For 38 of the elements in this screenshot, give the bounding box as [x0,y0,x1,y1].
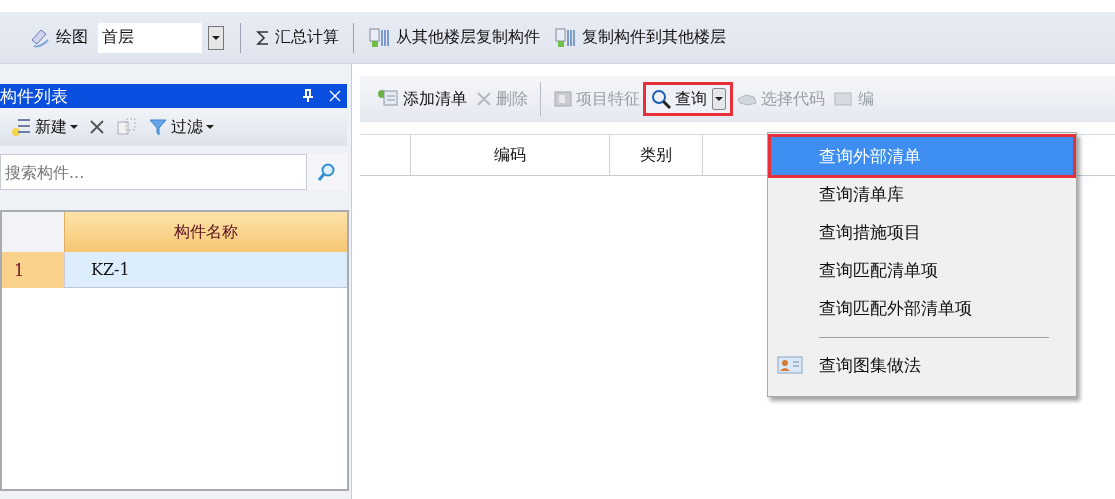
search-icon [650,88,672,110]
pin-icon[interactable] [301,89,315,103]
floor-select-value: 首层 [102,27,134,48]
delete-icon[interactable] [88,118,106,136]
grid-corner [2,212,64,252]
dropdown-button[interactable] [208,25,224,50]
toolbar-button[interactable]: 查询 [646,85,730,113]
floor-select[interactable]: 首层 [98,22,202,53]
toolbar-button[interactable]: 绘图 [24,23,92,52]
toolbar-button[interactable]: 汇总计算 [251,25,343,50]
toolbar-button[interactable]: 复制构件到其他楼层 [550,23,730,52]
toolbar-button[interactable]: 新建 [8,114,80,140]
close-icon[interactable] [329,90,341,102]
menu-item[interactable]: 查询图集做法 [771,346,1073,384]
table-cell[interactable]: KZ-1 [64,252,347,288]
search-field[interactable]: 搜索构件... [0,154,307,190]
caret-icon [212,34,220,41]
delete-icon [475,90,493,108]
toolbar-button[interactable]: 添加清单 [374,85,469,113]
search-icon [317,162,337,182]
search-button[interactable] [307,154,347,190]
new-item-icon [10,116,32,138]
layers-icon [554,25,578,50]
menu-item[interactable]: 查询匹配清单项 [771,251,1073,289]
menu-item[interactable]: 查询清单库 [771,175,1073,213]
column-header[interactable]: 构件名称 [64,212,347,252]
toolbar-button[interactable]: 从其他楼层复制构件 [364,23,544,52]
menu-item[interactable]: 查询匹配外部清单项 [771,289,1073,327]
row-number: 1 [2,252,64,288]
sigma-icon [255,28,271,47]
layers-icon [368,25,392,50]
document-icon [553,89,573,109]
menu-item[interactable]: 查询措施项目 [771,213,1073,251]
contact-card-icon [777,356,803,374]
toolbar-button[interactable]: 过滤 [146,114,216,140]
edit-icon [833,89,855,109]
panel-title: 构件列表 [0,84,69,108]
filter-icon [148,117,168,137]
